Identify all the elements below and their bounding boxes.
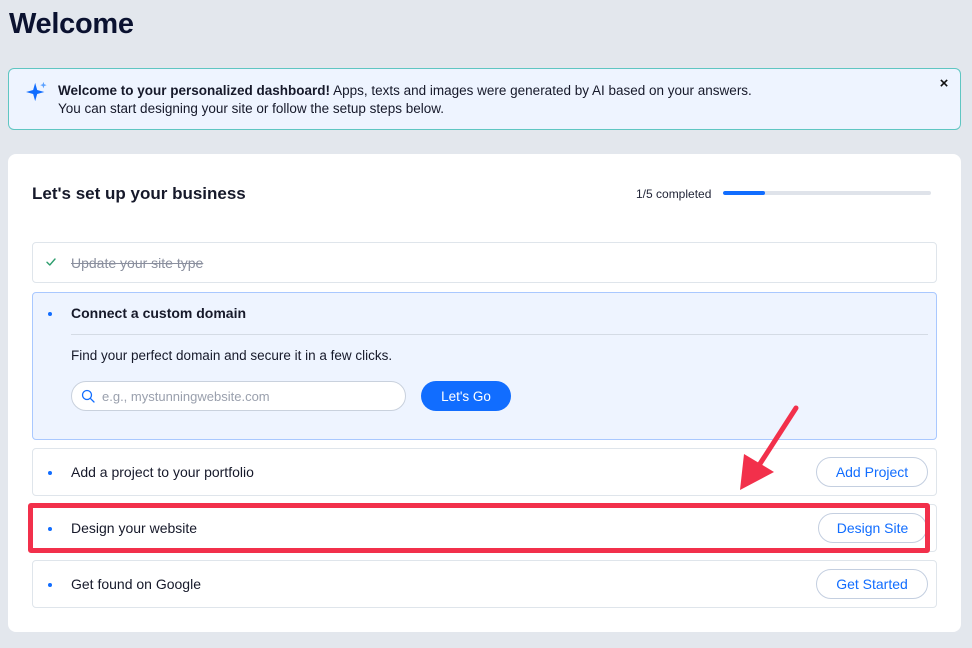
step-label: Add a project to your portfolio	[71, 464, 254, 480]
progress-bar-fill	[723, 191, 765, 195]
banner-text: Welcome to your personalized dashboard! …	[58, 82, 778, 118]
search-icon	[81, 389, 95, 403]
step-bullet	[48, 471, 52, 475]
setup-card: Let's set up your business 1/5 completed…	[8, 154, 961, 632]
sparkle-icon	[26, 81, 47, 102]
ai-welcome-banner: Welcome to your personalized dashboard! …	[8, 68, 961, 130]
domain-search-input[interactable]	[102, 387, 392, 405]
domain-search-field[interactable]	[71, 381, 406, 411]
step-label: Update your site type	[71, 255, 204, 271]
add-project-button[interactable]: Add Project	[816, 457, 928, 487]
step-bullet	[48, 312, 52, 316]
step-bullet	[48, 527, 52, 531]
close-banner-button[interactable]: ×	[937, 76, 951, 91]
setup-title: Let's set up your business	[32, 184, 246, 203]
step-design-website: Design your website Design Site	[32, 504, 937, 552]
check-icon	[46, 258, 56, 266]
progress-bar	[723, 191, 931, 195]
banner-bold-text: Welcome to your personalized dashboard!	[58, 83, 331, 98]
step-label[interactable]: Connect a custom domain	[71, 305, 246, 321]
step-label: Design your website	[71, 520, 198, 536]
design-site-button[interactable]: Design Site	[818, 513, 927, 543]
get-started-button[interactable]: Get Started	[816, 569, 928, 599]
step-connect-domain: Connect a custom domain Find your perfec…	[32, 292, 937, 440]
step-update-site-type[interactable]: Update your site type	[32, 242, 937, 283]
page-title: Welcome	[9, 8, 134, 40]
step-label: Get found on Google	[71, 576, 201, 592]
step-description: Find your perfect domain and secure it i…	[71, 348, 393, 363]
step-get-found-google: Get found on Google Get Started	[32, 560, 937, 608]
lets-go-button[interactable]: Let's Go	[421, 381, 511, 411]
step-add-project: Add a project to your portfolio Add Proj…	[32, 448, 937, 496]
divider	[71, 334, 928, 335]
progress-text: 1/5 completed	[636, 187, 712, 201]
step-bullet	[48, 583, 52, 587]
